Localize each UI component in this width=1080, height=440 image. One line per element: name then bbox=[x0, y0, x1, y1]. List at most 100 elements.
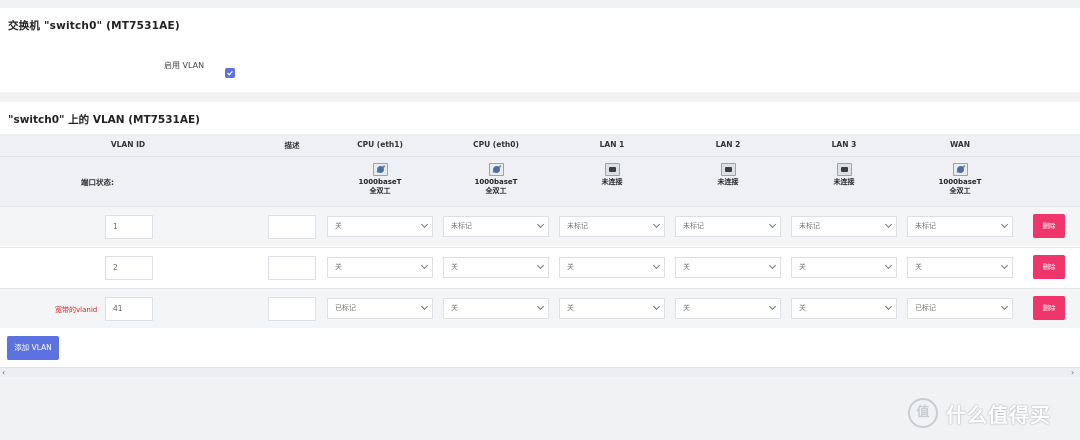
delete-button[interactable]: 删除 bbox=[1033, 255, 1065, 279]
table-row: 2 关 关 关 关 关 关 删除 bbox=[0, 247, 1080, 287]
enable-vlan-checkbox[interactable] bbox=[225, 68, 235, 78]
scroll-left-icon[interactable]: ‹ bbox=[2, 369, 5, 377]
col-desc: 描述 bbox=[284, 141, 300, 150]
port-speed: 1000baseT bbox=[474, 178, 518, 186]
select-value: 关 bbox=[567, 304, 574, 312]
checkmark-icon bbox=[227, 70, 233, 76]
col-lan3: LAN 3 bbox=[831, 140, 857, 149]
chevron-down-icon bbox=[1000, 220, 1009, 229]
select-value: 未标记 bbox=[683, 222, 704, 230]
description-input[interactable] bbox=[268, 256, 316, 280]
wan-select[interactable]: 未标记 bbox=[907, 216, 1013, 237]
port-duplex: 全双工 bbox=[369, 187, 391, 195]
lan3-select[interactable]: 未标记 bbox=[791, 216, 897, 237]
select-value: 未标记 bbox=[799, 222, 820, 230]
ethernet-port-connected-icon bbox=[372, 163, 388, 176]
port-status-cpu-eth1: 1000baseT 全双工 bbox=[345, 163, 415, 196]
chevron-down-icon bbox=[768, 220, 777, 229]
cpu-eth1-select[interactable]: 关 bbox=[327, 216, 433, 237]
vlan-id-input[interactable]: 1 bbox=[105, 215, 153, 239]
lan2-select[interactable]: 关 bbox=[675, 298, 781, 319]
select-value: 未标记 bbox=[451, 222, 472, 230]
ethernet-port-connected-icon bbox=[488, 163, 504, 176]
chevron-down-icon bbox=[536, 220, 545, 229]
chevron-down-icon bbox=[652, 220, 661, 229]
vlan-section-title: "switch0" 上的 VLAN (MT7531AE) bbox=[8, 114, 200, 126]
select-value: 关 bbox=[567, 263, 574, 271]
select-value: 关 bbox=[335, 263, 342, 271]
table-row: 1 关 未标记 未标记 未标记 未标记 未标记 删除 bbox=[0, 206, 1080, 246]
watermark-text: 什么值得买 bbox=[946, 402, 1051, 427]
vlan-id-input[interactable]: 41 bbox=[105, 297, 153, 321]
select-value: 关 bbox=[799, 263, 806, 271]
lan3-select[interactable]: 关 bbox=[791, 257, 897, 278]
lan2-select[interactable]: 关 bbox=[675, 257, 781, 278]
lan1-select[interactable]: 未标记 bbox=[559, 216, 665, 237]
select-value: 关 bbox=[799, 304, 806, 312]
select-value: 关 bbox=[915, 263, 922, 271]
delete-button[interactable]: 删除 bbox=[1033, 214, 1065, 238]
ethernet-port-disconnected-icon bbox=[836, 163, 852, 176]
switch-title: 交换机 "switch0" (MT7531AE) bbox=[8, 20, 180, 32]
description-input[interactable] bbox=[268, 215, 316, 239]
cpu-eth1-select[interactable]: 已标记 bbox=[327, 298, 433, 319]
switch-section: 交换机 "switch0" (MT7531AE) 启用 VLAN bbox=[0, 8, 1080, 92]
col-wan: WAN bbox=[949, 140, 971, 149]
chevron-down-icon bbox=[420, 302, 429, 311]
chevron-down-icon bbox=[652, 302, 661, 311]
port-speed: 1000baseT bbox=[358, 178, 402, 186]
select-value: 关 bbox=[451, 304, 458, 312]
select-value: 已标记 bbox=[335, 304, 356, 312]
vlan-section: "switch0" 上的 VLAN (MT7531AE) VLAN ID 描述 … bbox=[0, 102, 1080, 368]
port-state: 未连接 bbox=[601, 178, 623, 186]
select-value: 未标记 bbox=[567, 222, 588, 230]
cpu-eth0-select[interactable]: 未标记 bbox=[443, 216, 549, 237]
col-lan2: LAN 2 bbox=[715, 140, 741, 149]
lan1-select[interactable]: 关 bbox=[559, 257, 665, 278]
watermark: 值 什么值得买 bbox=[908, 398, 1051, 428]
description-input[interactable] bbox=[268, 297, 316, 321]
horizontal-scrollbar[interactable]: ‹ › bbox=[0, 367, 1080, 377]
select-value: 关 bbox=[335, 222, 342, 230]
chevron-down-icon bbox=[884, 302, 893, 311]
port-duplex: 全双工 bbox=[485, 187, 507, 195]
add-vlan-button[interactable]: 添加 VLAN bbox=[7, 336, 59, 360]
port-status-lan2: 未连接 bbox=[693, 163, 763, 187]
table-row: 宽带的vlanid 41 已标记 关 关 关 关 已标记 删除 bbox=[0, 288, 1080, 328]
select-value: 关 bbox=[683, 304, 690, 312]
port-state: 未连接 bbox=[833, 178, 855, 186]
chevron-down-icon bbox=[652, 261, 661, 270]
ethernet-port-connected-icon bbox=[952, 163, 968, 176]
chevron-down-icon bbox=[768, 302, 777, 311]
wan-select[interactable]: 关 bbox=[907, 257, 1013, 278]
select-value: 关 bbox=[451, 263, 458, 271]
lan3-select[interactable]: 关 bbox=[791, 298, 897, 319]
chevron-down-icon bbox=[884, 261, 893, 270]
enable-vlan-label: 启用 VLAN bbox=[164, 61, 205, 70]
delete-button[interactable]: 删除 bbox=[1033, 296, 1065, 320]
chevron-down-icon bbox=[420, 261, 429, 270]
wan-select[interactable]: 已标记 bbox=[907, 298, 1013, 319]
chevron-down-icon bbox=[884, 220, 893, 229]
port-status-wan: 1000baseT 全双工 bbox=[925, 163, 995, 196]
lan1-select[interactable]: 关 bbox=[559, 298, 665, 319]
col-vlan-id: VLAN ID bbox=[110, 140, 146, 149]
col-cpu-eth1: CPU (eth1) bbox=[357, 140, 403, 149]
vlan-id-input[interactable]: 2 bbox=[105, 256, 153, 280]
chevron-down-icon bbox=[536, 302, 545, 311]
cpu-eth0-select[interactable]: 关 bbox=[443, 298, 549, 319]
port-status-label: 端口状态: bbox=[81, 178, 114, 187]
scroll-right-icon[interactable]: › bbox=[1071, 369, 1074, 377]
chevron-down-icon bbox=[768, 261, 777, 270]
port-duplex: 全双工 bbox=[949, 187, 971, 195]
cpu-eth0-select[interactable]: 关 bbox=[443, 257, 549, 278]
watermark-logo-icon: 值 bbox=[908, 398, 938, 428]
port-speed: 1000baseT bbox=[938, 178, 982, 186]
ethernet-port-disconnected-icon bbox=[604, 163, 620, 176]
ethernet-port-disconnected-icon bbox=[720, 163, 736, 176]
chevron-down-icon bbox=[536, 261, 545, 270]
lan2-select[interactable]: 未标记 bbox=[675, 216, 781, 237]
port-status-lan1: 未连接 bbox=[577, 163, 647, 187]
cpu-eth1-select[interactable]: 关 bbox=[327, 257, 433, 278]
select-value: 关 bbox=[683, 263, 690, 271]
